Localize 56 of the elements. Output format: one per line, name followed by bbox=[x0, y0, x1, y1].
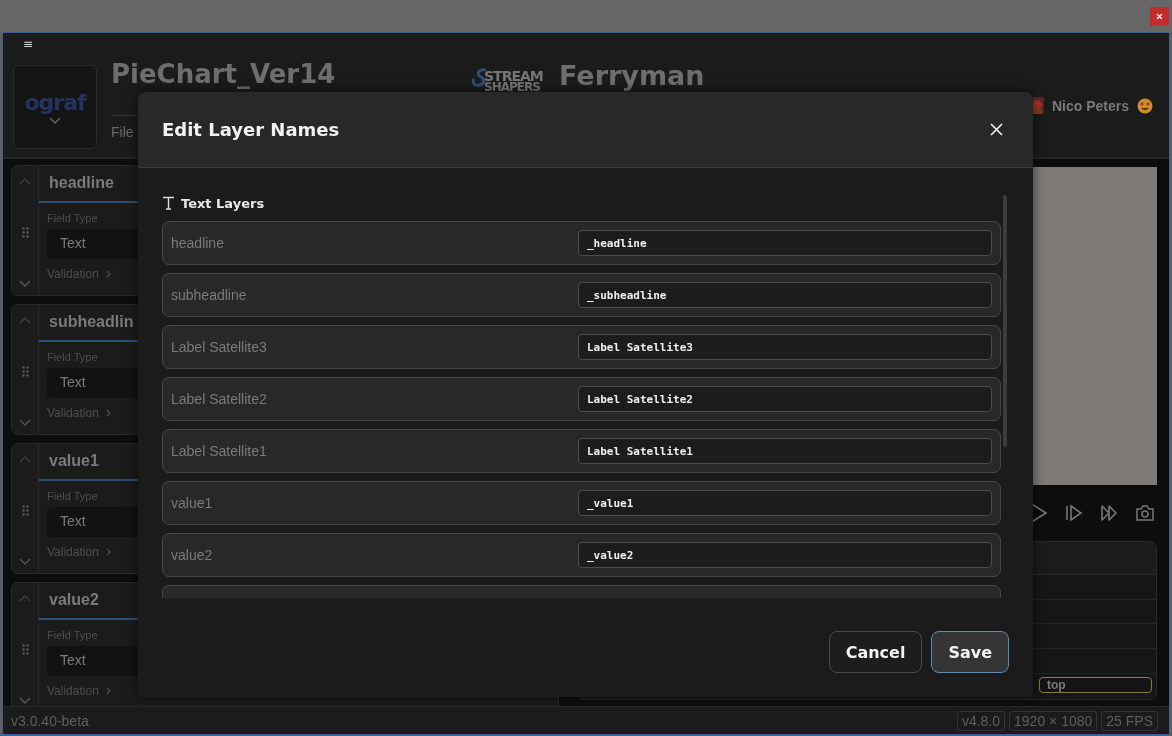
dialog-title: Edit Layer Names bbox=[162, 119, 340, 140]
brand-text: STREAM bbox=[484, 68, 543, 84]
cancel-button[interactable]: Cancel bbox=[828, 631, 923, 673]
chevron-down-icon[interactable] bbox=[19, 419, 31, 426]
layer-name: Label Satellite1 bbox=[171, 443, 267, 459]
chevron-down-icon bbox=[49, 116, 61, 124]
chevron-down-icon[interactable] bbox=[19, 697, 31, 704]
close-button[interactable] bbox=[990, 123, 1003, 136]
chevron-up-icon[interactable] bbox=[19, 595, 31, 602]
close-icon bbox=[990, 123, 1003, 136]
layer-name: Label Satellite3 bbox=[171, 339, 267, 355]
chevron-down-icon[interactable] bbox=[19, 280, 31, 287]
camera-icon[interactable] bbox=[1135, 504, 1155, 522]
brand-text: SHAPERS bbox=[484, 81, 540, 93]
layer-name-field[interactable]: _subheadline bbox=[578, 282, 992, 308]
layer-name: value1 bbox=[171, 495, 213, 511]
status-badge: 25 FPS bbox=[1101, 710, 1158, 731]
chevron-down-icon[interactable] bbox=[19, 558, 31, 565]
drag-handle-icon[interactable] bbox=[21, 644, 29, 655]
drag-handle-icon[interactable] bbox=[21, 505, 29, 516]
chevron-right-icon bbox=[105, 409, 111, 417]
step-forward-icon[interactable] bbox=[1065, 504, 1083, 522]
chevron-up-icon[interactable] bbox=[19, 456, 31, 463]
layer-name: headline bbox=[171, 235, 224, 251]
text-icon bbox=[162, 196, 175, 210]
drag-handle-icon[interactable] bbox=[21, 227, 29, 238]
layer-name-field[interactable]: Label Satellite1 bbox=[578, 438, 992, 464]
project-title: PieChart_Ver14 bbox=[111, 58, 337, 90]
chevron-right-icon bbox=[105, 548, 111, 556]
chevron-right-icon bbox=[105, 687, 111, 695]
layer-name: Label Satellite2 bbox=[171, 391, 267, 407]
layer-name: subheadline bbox=[171, 287, 247, 303]
menu-icon[interactable]: ≡ bbox=[23, 37, 34, 51]
status-badge: v4.8.0 bbox=[956, 710, 1006, 731]
user-name[interactable]: Nico Peters bbox=[1051, 97, 1129, 114]
layer-name: value2 bbox=[171, 547, 213, 563]
chevron-up-icon[interactable] bbox=[19, 317, 31, 324]
chevron-right-icon bbox=[105, 270, 111, 278]
fast-forward-icon[interactable] bbox=[1100, 504, 1118, 522]
close-icon bbox=[1156, 13, 1163, 20]
status-badge: 1920 × 1080 bbox=[1009, 710, 1098, 731]
layer-name-field[interactable]: Label Satellite3 bbox=[578, 334, 992, 360]
layer-name-field[interactable]: _value1 bbox=[578, 490, 992, 516]
logo-text: ograf bbox=[24, 90, 86, 115]
scrollbar[interactable] bbox=[1003, 195, 1007, 447]
close-button[interactable] bbox=[1150, 7, 1169, 26]
layer-name-field[interactable]: _value2 bbox=[578, 542, 992, 568]
save-button[interactable]: Save bbox=[931, 631, 1009, 673]
drag-handle-icon[interactable] bbox=[21, 366, 29, 377]
text-field[interactable]: top bbox=[1039, 677, 1152, 693]
layer-name-field[interactable]: Label Satellite2 bbox=[578, 386, 992, 412]
emoji-icon bbox=[1137, 97, 1153, 114]
app-name: Ferryman bbox=[559, 60, 705, 93]
layer-name-field[interactable]: _headline bbox=[578, 230, 992, 256]
chevron-up-icon[interactable] bbox=[19, 178, 31, 185]
version-label: v3.0.40-beta bbox=[11, 712, 90, 729]
